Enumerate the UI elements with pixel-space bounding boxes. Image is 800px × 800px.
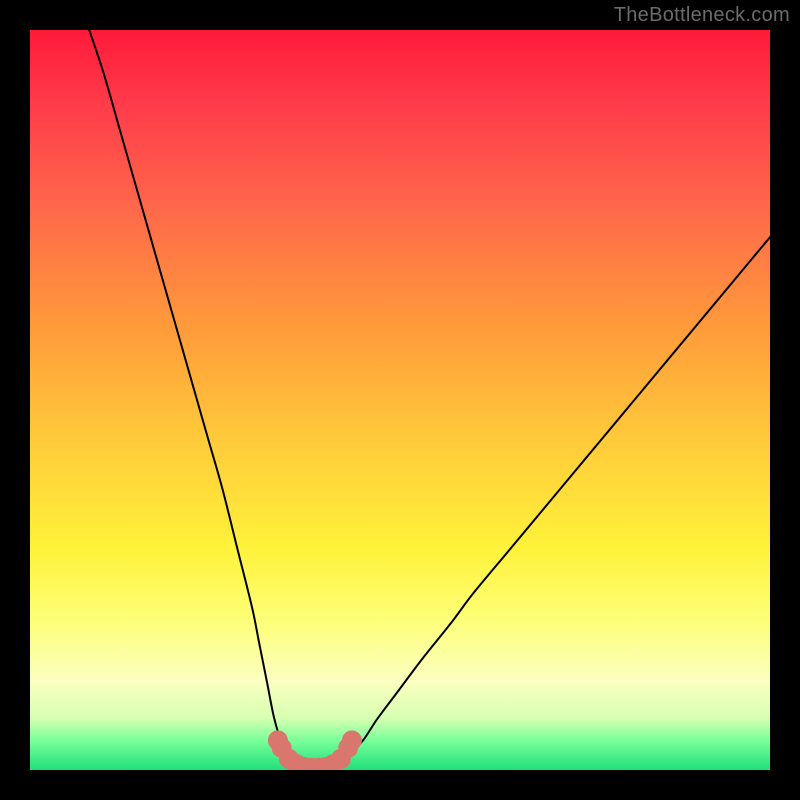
bottleneck-curve [89,30,770,770]
chart-svg [30,30,770,770]
outer-frame: TheBottleneck.com [0,0,800,800]
watermark-text: TheBottleneck.com [614,4,790,27]
plot-area [30,30,770,770]
marker-dot [342,730,362,750]
bottom-markers [268,730,362,770]
